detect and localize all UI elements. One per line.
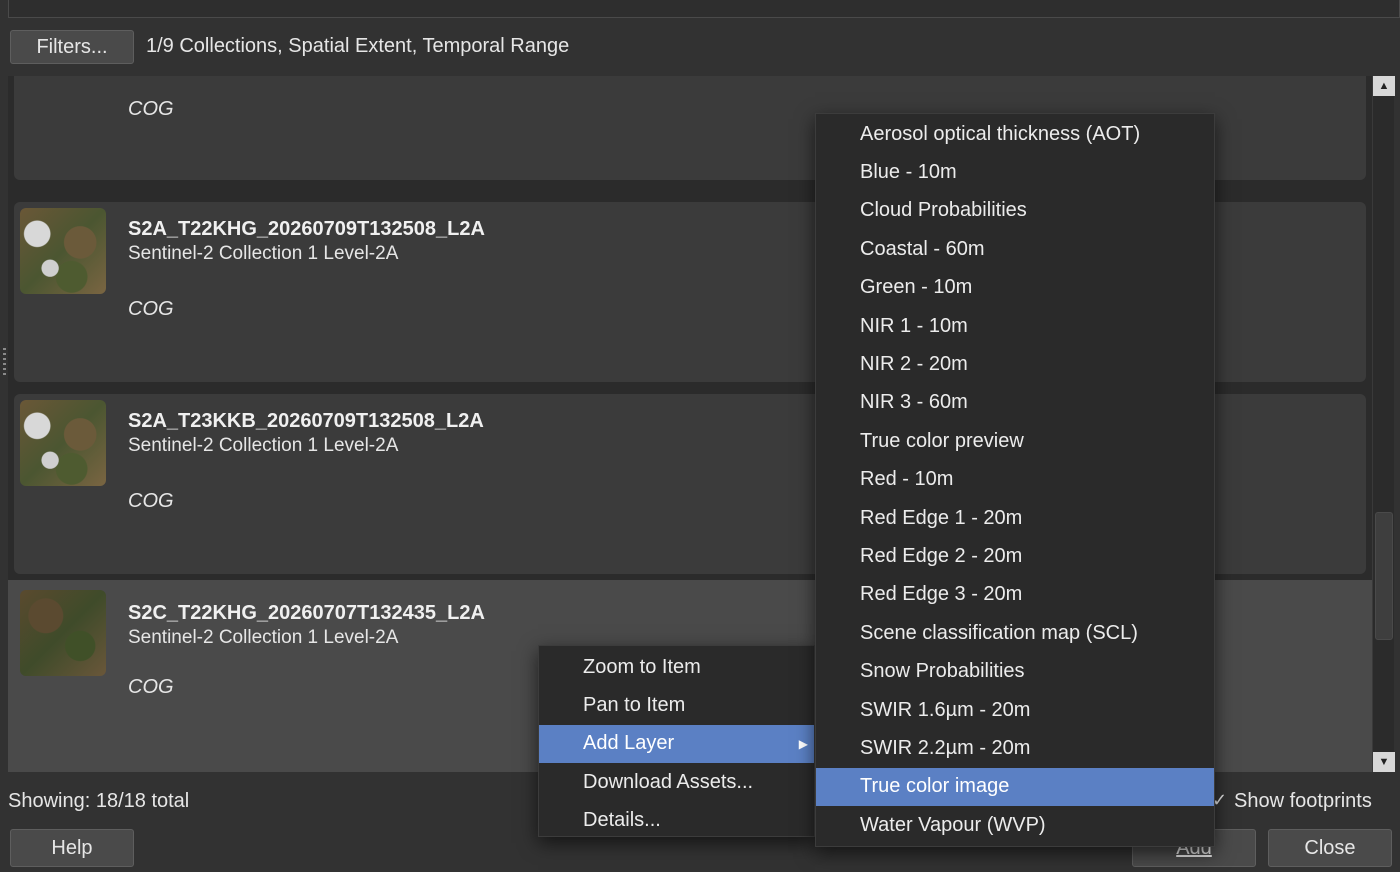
item-format: COG [128, 298, 174, 320]
item-collection: Sentinel-2 Collection 1 Level-2A [128, 435, 399, 456]
asset-item[interactable]: Aerosol optical thickness (AOT) [816, 115, 1214, 153]
item-thumbnail [20, 590, 106, 676]
scroll-down-icon[interactable]: ▼ [1373, 752, 1395, 772]
submenu-arrow-icon: ▶ [798, 736, 808, 751]
scroll-up-icon[interactable]: ▲ [1373, 76, 1395, 96]
item-thumbnail [20, 208, 106, 294]
asset-item[interactable]: Red - 10m [816, 461, 1214, 499]
help-button[interactable]: Help [10, 829, 134, 867]
menu-item-download-assets[interactable]: Download Assets... [539, 763, 814, 801]
show-footprints-label[interactable]: Show footprints [1234, 790, 1372, 813]
item-collection: Sentinel-2 Collection 1 Level-2A [128, 243, 399, 264]
item-format: COG [128, 490, 174, 512]
asset-item[interactable]: SWIR 1.6µm - 20m [816, 691, 1214, 729]
menu-item-add-layer[interactable]: Add Layer ▶ [539, 724, 814, 764]
asset-item[interactable]: Red Edge 2 - 20m [816, 537, 1214, 575]
asset-item[interactable]: NIR 3 - 60m [816, 384, 1214, 422]
item-format: COG [128, 676, 174, 698]
asset-item[interactable]: Cloud Probabilities [816, 192, 1214, 230]
add-layer-submenu: Aerosol optical thickness (AOT) Blue - 1… [815, 113, 1215, 847]
asset-item[interactable]: True color preview [816, 422, 1214, 460]
asset-item[interactable]: Water Vapour (WVP) [816, 806, 1214, 844]
asset-item[interactable]: NIR 1 - 10m [816, 307, 1214, 345]
scroll-thumb[interactable] [1375, 512, 1393, 640]
menu-item-pan-to-item[interactable]: Pan to Item [539, 686, 814, 724]
item-format: COG [128, 98, 174, 120]
asset-item[interactable]: Blue - 10m [816, 153, 1214, 191]
splitter-handle[interactable] [3, 348, 6, 376]
item-collection: Sentinel-2 Collection 1 Level-2A [128, 627, 399, 648]
menu-item-details[interactable]: Details... [539, 802, 814, 840]
top-panel-edge [8, 0, 1400, 18]
asset-item[interactable]: Red Edge 3 - 20m [816, 576, 1214, 614]
results-scrollbar[interactable]: ▲ ▼ [1372, 76, 1395, 772]
asset-item[interactable]: SWIR 2.2µm - 20m [816, 729, 1214, 767]
item-title: S2C_T22KHG_20260707T132435_L2A [128, 602, 485, 624]
item-title: S2A_T23KKB_20260709T132508_L2A [128, 410, 484, 432]
asset-item-highlighted[interactable]: True color image [816, 767, 1214, 807]
showing-count: Showing: 18/18 total [8, 790, 190, 812]
filter-summary: 1/9 Collections, Spatial Extent, Tempora… [146, 35, 570, 57]
asset-item[interactable]: Coastal - 60m [816, 230, 1214, 268]
asset-item[interactable]: Green - 10m [816, 269, 1214, 307]
item-context-menu: Zoom to Item Pan to Item Add Layer ▶ Dow… [538, 645, 815, 837]
asset-item[interactable]: NIR 2 - 20m [816, 345, 1214, 383]
asset-item[interactable]: Scene classification map (SCL) [816, 614, 1214, 652]
menu-item-zoom-to-item[interactable]: Zoom to Item [539, 648, 814, 686]
item-title: S2A_T22KHG_20260709T132508_L2A [128, 218, 485, 240]
asset-item[interactable]: Snow Probabilities [816, 652, 1214, 690]
menu-item-label: Add Layer [583, 732, 675, 755]
filters-button[interactable]: Filters... [10, 30, 134, 64]
asset-item[interactable]: Red Edge 1 - 20m [816, 499, 1214, 537]
item-thumbnail [20, 400, 106, 486]
close-button[interactable]: Close [1268, 829, 1392, 867]
